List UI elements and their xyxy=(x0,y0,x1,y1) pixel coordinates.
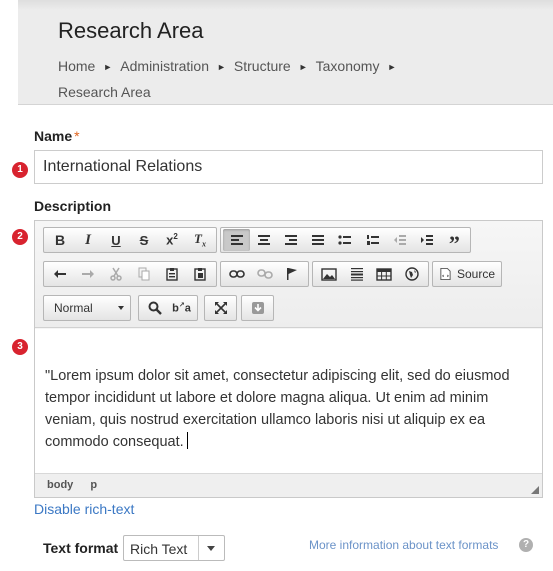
horizontal-line-icon[interactable] xyxy=(343,263,371,285)
undo-icon[interactable] xyxy=(46,263,74,285)
help-icon[interactable]: ? xyxy=(519,538,533,552)
paragraph-group: ” xyxy=(220,227,471,255)
editor-content-area[interactable]: "Lorem ipsum dolor sit amet, consectetur… xyxy=(35,329,542,473)
breadcrumb-administration[interactable]: Administration xyxy=(120,58,209,74)
annotation-marker-3: 3 xyxy=(12,339,28,355)
outdent-icon[interactable] xyxy=(386,229,413,251)
align-left-icon[interactable] xyxy=(223,229,251,251)
save-group xyxy=(241,295,274,321)
page-header: Research Area Home ► Administration ► Struct… xyxy=(18,0,553,105)
paragraph-format-select[interactable]: Normal xyxy=(43,295,131,321)
name-label: Name * xyxy=(34,128,80,144)
breadcrumb-home[interactable]: Home xyxy=(58,58,95,74)
blockquote-icon[interactable]: ” xyxy=(441,229,468,255)
element-path-bar: body p xyxy=(35,473,542,497)
copy-icon[interactable] xyxy=(130,263,158,285)
name-field[interactable] xyxy=(34,150,543,184)
resize-handle-icon[interactable] xyxy=(531,486,539,494)
chevron-down-icon xyxy=(118,306,124,310)
indent-icon[interactable] xyxy=(414,229,441,251)
bulleted-list-icon[interactable] xyxy=(332,229,359,251)
anchor-flag-icon[interactable] xyxy=(278,263,306,285)
unlink-icon[interactable] xyxy=(251,263,279,285)
align-right-icon[interactable] xyxy=(277,229,304,251)
links-group xyxy=(220,261,309,287)
annotation-marker-1: 1 xyxy=(12,162,28,178)
breadcrumb-taxonomy[interactable]: Taxonomy xyxy=(316,58,380,74)
breadcrumb-structure[interactable]: Structure xyxy=(234,58,291,74)
rich-text-editor: B I U S x2 Tx ” Source Normal b↗a "Lorem… xyxy=(34,220,543,498)
search-icon[interactable] xyxy=(141,297,168,319)
text-format-select[interactable]: Rich Text xyxy=(123,535,225,561)
editor-toolbar: B I U S x2 Tx ” Source Normal b↗a xyxy=(35,221,542,328)
required-marker: * xyxy=(74,128,80,144)
replace-icon[interactable]: b↗a xyxy=(168,297,195,319)
breadcrumb-research-area[interactable]: Research Area xyxy=(58,84,151,100)
name-label-text: Name xyxy=(34,128,73,144)
justify-icon[interactable] xyxy=(305,229,332,251)
paste-text-icon[interactable] xyxy=(186,263,214,285)
image-icon[interactable] xyxy=(315,263,343,285)
annotation-marker-2: 2 xyxy=(12,229,28,245)
text-cursor xyxy=(186,432,188,449)
breadcrumb: Home ► Administration ► Structure ► Taxonomy ► R… xyxy=(58,54,458,104)
basic-styles-group: B I U S x2 Tx xyxy=(43,227,217,253)
italic-icon[interactable]: I xyxy=(74,229,102,251)
remove-format-icon[interactable]: Tx xyxy=(186,229,214,251)
text-format-label: Text format xyxy=(43,540,119,556)
breadcrumb-separator-icon: ► xyxy=(387,62,397,72)
strikethrough-icon[interactable]: S xyxy=(130,229,158,251)
maximize-group xyxy=(204,295,237,321)
text-format-value: Rich Text xyxy=(130,541,188,557)
insert-group xyxy=(312,261,429,287)
superscript-icon[interactable]: x2 xyxy=(158,229,186,251)
page-title: Research Area xyxy=(58,18,204,43)
editor-content-text: "Lorem ipsum dolor sit amet, consectetur… xyxy=(45,368,510,450)
cut-icon[interactable] xyxy=(102,263,130,285)
find-group: b↗a xyxy=(138,295,198,321)
download-icon[interactable] xyxy=(244,297,271,319)
disable-rich-text-link[interactable]: Disable rich-text xyxy=(34,501,134,517)
breadcrumb-separator-icon: ► xyxy=(298,62,308,72)
paragraph-format-value: Normal xyxy=(54,301,93,315)
numbered-list-icon[interactable] xyxy=(359,229,386,251)
globe-icon[interactable] xyxy=(398,263,426,285)
redo-icon[interactable] xyxy=(74,263,102,285)
select-divider xyxy=(198,536,199,560)
align-center-icon[interactable] xyxy=(250,229,277,251)
path-body[interactable]: body xyxy=(47,479,73,491)
bold-icon[interactable]: B xyxy=(46,229,74,251)
maximize-icon[interactable] xyxy=(207,297,234,319)
breadcrumb-separator-icon: ► xyxy=(216,62,226,72)
clipboard-group xyxy=(43,261,217,287)
more-info-text-formats-link[interactable]: More information about text formats xyxy=(309,538,498,552)
underline-icon[interactable]: U xyxy=(102,229,130,251)
table-icon[interactable] xyxy=(371,263,399,285)
link-icon[interactable] xyxy=(223,263,251,285)
source-button[interactable]: Source xyxy=(432,261,502,287)
source-icon xyxy=(440,267,451,281)
source-label: Source xyxy=(456,267,495,281)
description-label: Description xyxy=(34,198,112,214)
path-p[interactable]: p xyxy=(90,479,97,491)
breadcrumb-separator-icon: ► xyxy=(103,62,113,72)
chevron-down-icon xyxy=(207,546,215,551)
paste-icon[interactable] xyxy=(158,263,186,285)
